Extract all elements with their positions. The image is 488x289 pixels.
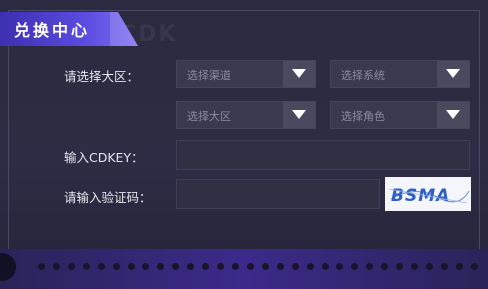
perforation-dot <box>112 263 120 270</box>
perforation-dot <box>67 263 75 270</box>
perforation-dot <box>157 263 165 270</box>
captcha-label: 请输入验证码： <box>64 190 152 205</box>
server-dropdown-button[interactable] <box>283 102 315 128</box>
role-select-placeholder: 选择角色 <box>341 110 385 123</box>
system-select-placeholder: 选择系统 <box>341 69 385 82</box>
perforation-dot <box>306 263 314 270</box>
role-dropdown-button[interactable] <box>437 102 469 128</box>
exchange-center-panel: CDK 兑换中心 请选择大区： 选择渠道 选择系统 选择大区 选择角色 输入CD… <box>0 0 488 289</box>
system-dropdown-button[interactable] <box>437 61 469 87</box>
perforation-dot <box>440 263 448 270</box>
captcha-graphic: BSMA <box>388 186 470 206</box>
perforation-dot <box>82 263 90 270</box>
perforation-dot <box>52 263 60 270</box>
captcha-text: BSMA <box>391 186 450 206</box>
cdkey-label: 输入CDKEY： <box>64 150 144 165</box>
channel-dropdown-button[interactable] <box>283 61 315 87</box>
perforation-dot <box>381 263 389 270</box>
chevron-down-icon <box>292 110 306 119</box>
server-select-placeholder: 选择大区 <box>187 110 231 123</box>
perforation-dot <box>261 263 269 270</box>
cdkey-input[interactable] <box>176 140 470 170</box>
perforation-dot <box>351 263 359 270</box>
channel-select[interactable]: 选择渠道 <box>176 60 316 88</box>
server-select[interactable]: 选择大区 <box>176 101 316 129</box>
perforation-dot <box>425 263 433 270</box>
region-label: 请选择大区： <box>64 69 140 84</box>
perforation-dot <box>231 263 239 270</box>
chevron-down-icon <box>446 69 460 78</box>
panel-frame <box>8 10 480 261</box>
perforation-dot <box>38 263 45 270</box>
perforation-dot <box>187 263 195 270</box>
perforation-dot <box>291 263 299 270</box>
perforation-dot <box>470 263 478 270</box>
system-select[interactable]: 选择系统 <box>330 60 470 88</box>
perforation-dot <box>321 263 329 270</box>
ticket-perforation <box>38 263 478 271</box>
perforation-dot <box>276 263 284 270</box>
chevron-down-icon <box>446 110 460 119</box>
perforation-dot <box>366 263 374 270</box>
page-title: 兑换中心 <box>14 21 91 40</box>
perforation-dot <box>336 263 344 270</box>
perforation-dot <box>246 263 254 270</box>
perforation-dot <box>202 263 210 270</box>
perforation-dot <box>396 263 404 270</box>
perforation-dot <box>127 263 135 270</box>
perforation-dot <box>172 263 180 270</box>
perforation-dot <box>455 263 463 270</box>
chevron-down-icon <box>292 69 306 78</box>
captcha-input[interactable] <box>176 179 380 209</box>
role-select[interactable]: 选择角色 <box>330 101 470 129</box>
perforation-dot <box>142 263 150 270</box>
captcha-image[interactable]: BSMA <box>385 177 471 211</box>
perforation-dot <box>97 263 105 270</box>
perforation-dot <box>411 263 419 270</box>
channel-select-placeholder: 选择渠道 <box>187 69 231 82</box>
perforation-dot <box>217 263 225 270</box>
